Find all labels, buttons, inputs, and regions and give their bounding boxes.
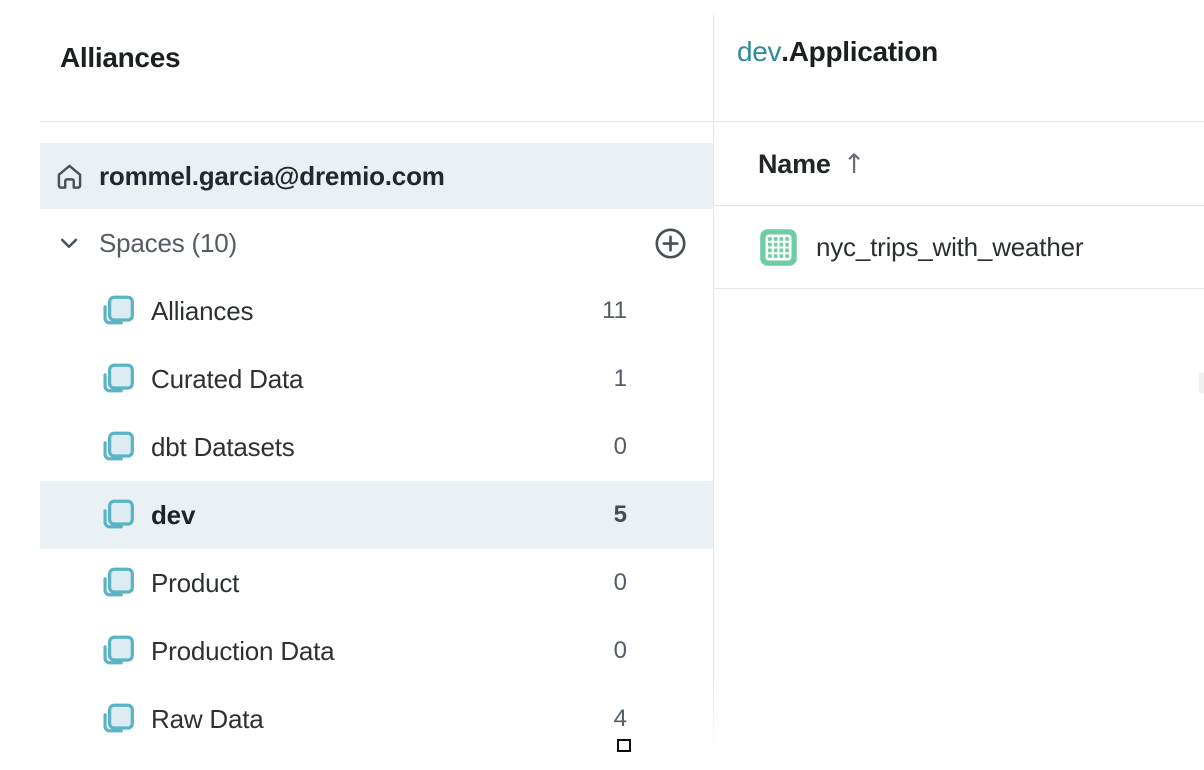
space-item-count: 0 [614,637,713,665]
table-header-name-column[interactable]: Name ↑ [714,123,1204,206]
left-panel-tree: rommel.garcia@dremio.com Spaces (10) [40,143,713,753]
space-stacked-squares-icon [96,563,137,604]
space-stacked-squares-icon [96,495,137,536]
space-item-label: dbt Datasets [151,432,295,463]
space-item-label: Alliances [151,296,253,327]
left-panel-header: Alliances [40,0,713,122]
space-stacked-squares-icon [96,427,137,468]
space-stacked-squares-icon [96,631,137,672]
space-item-count: 11 [602,297,713,325]
right-panel-header: dev.Application [714,0,1204,122]
space-item-product[interactable]: Product 0 [40,549,713,617]
space-item-label: Product [151,568,239,599]
space-item-label: Raw Data [151,704,264,735]
space-item-dbt-datasets[interactable]: dbt Datasets 0 [40,413,713,481]
home-icon [54,161,85,192]
space-item-production-data[interactable]: Production Data 0 [40,617,713,685]
space-item-label: Curated Data [151,364,303,395]
space-item-label: Production Data [151,636,334,667]
breadcrumb-separator: . [781,36,788,67]
space-item-dev[interactable]: dev 5 [40,481,713,549]
spaces-section-label: Spaces (10) [99,228,237,259]
spaces-section-header[interactable]: Spaces (10) [40,209,713,277]
breadcrumb-parent-link[interactable]: dev [737,36,781,67]
selection-handle-square [617,739,631,752]
dremio-catalog-view: Alliances rommel.garcia@dremio.com Space… [0,0,1204,770]
left-panel: Alliances rommel.garcia@dremio.com Space… [0,0,713,770]
space-stacked-squares-icon [96,699,137,740]
plus-circle-icon [653,226,688,261]
space-item-count: 4 [614,705,713,733]
breadcrumb: dev.Application [737,36,938,68]
left-panel-title: Alliances [60,42,713,74]
dataset-name: nyc_trips_with_weather [816,232,1083,263]
space-item-label: dev [151,500,195,531]
space-item-alliances[interactable]: Alliances 11 [40,277,713,345]
space-item-curated-data[interactable]: Curated Data 1 [40,345,713,413]
right-panel: dev.Application Name ↑ nyc_trips_with_we… [714,0,1204,770]
home-item[interactable]: rommel.garcia@dremio.com [40,143,713,209]
dataset-row-nyc-trips-with-weather[interactable]: nyc_trips_with_weather [714,207,1204,289]
space-item-count: 5 [614,501,713,529]
space-stacked-squares-icon [96,291,137,332]
space-item-raw-data[interactable]: Raw Data 4 [40,685,713,753]
space-item-count: 0 [614,569,713,597]
space-item-count: 1 [614,365,713,393]
dataset-grid-icon [759,228,798,267]
name-column-label: Name [758,149,831,180]
chevron-down-icon[interactable] [54,228,84,258]
space-stacked-squares-icon [96,359,137,400]
breadcrumb-current: Application [789,36,938,67]
space-item-count: 0 [614,433,713,461]
sort-ascending-arrow-icon[interactable]: ↑ [843,149,866,180]
add-space-button[interactable] [653,225,689,261]
home-item-label: rommel.garcia@dremio.com [99,161,445,192]
scrollbar-thumb[interactable] [1199,372,1204,394]
